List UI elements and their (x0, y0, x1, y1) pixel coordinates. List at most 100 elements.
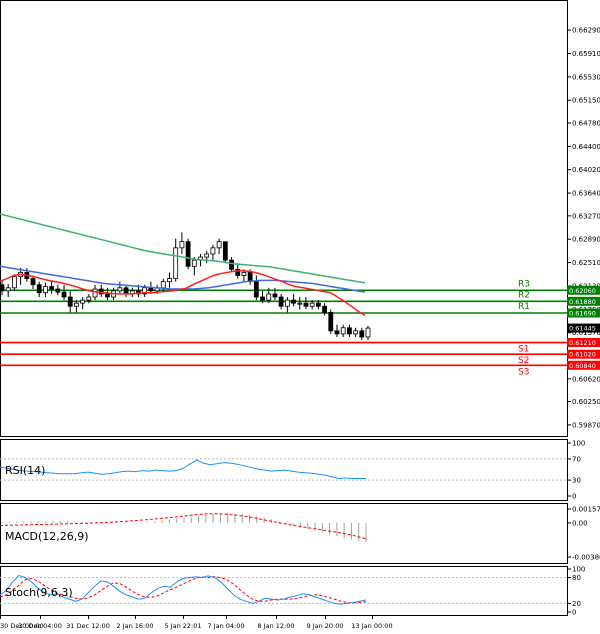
candle (210, 244, 216, 261)
ma-line-green (0, 213, 366, 284)
candle-body (191, 259, 197, 267)
candle-body (80, 299, 86, 304)
candle (67, 290, 73, 313)
candle (229, 257, 234, 273)
candle-body (30, 278, 36, 286)
candle-body (297, 302, 303, 305)
candle (303, 297, 309, 310)
candle (222, 241, 228, 264)
price-tick-label: 0.63640 (572, 190, 600, 198)
candle (328, 309, 334, 334)
ma-line-blue (0, 265, 366, 293)
candle (216, 238, 222, 254)
candle (365, 325, 371, 341)
candle (179, 232, 185, 254)
x-tick-label: 13 Jan 00:00 (351, 622, 392, 630)
stoch-tick-label: 100 (572, 566, 585, 574)
candle-body (173, 247, 179, 279)
candle (98, 284, 104, 298)
candle (36, 281, 42, 298)
candle (129, 287, 135, 298)
x-tick-label: 9 Jan 20:00 (306, 622, 343, 630)
rsi-line (0, 459, 366, 480)
candle-body (315, 302, 321, 307)
x-tick-label: 7 Jan 04:00 (207, 622, 244, 630)
candle-body (61, 291, 67, 298)
candle (204, 250, 210, 264)
price-tick-label: 0.65530 (572, 73, 600, 81)
candle-body (278, 296, 284, 307)
ma-line-red (0, 269, 366, 317)
candle-body (241, 272, 247, 276)
candle-body (123, 287, 129, 295)
level-label-r3: R3 (518, 279, 530, 289)
level-label-r2: R2 (518, 290, 530, 300)
candle-body (5, 287, 11, 292)
x-tick-label: 31 Dec 12:00 (66, 622, 110, 630)
rsi-tick-label: 30 (572, 477, 581, 485)
candle-body (260, 296, 265, 301)
rsi-tick-label: 0 (572, 493, 576, 501)
trading-chart[interactable]: 0.66290 0.65910 0.65530 0.65150 0.64780 0.644… (0, 0, 600, 634)
candle-body (167, 278, 172, 283)
level-label-r1: R1 (518, 302, 530, 312)
price-tick-label: 0.60620 (572, 375, 600, 383)
candle-body (266, 293, 272, 301)
candle-body (55, 288, 61, 293)
level-price-label: 0.61880 (569, 298, 596, 306)
price-tick-label: 0.66290 (572, 27, 600, 35)
candle (334, 324, 340, 337)
candle-body (328, 311, 334, 332)
candle-body (185, 241, 191, 267)
candle-body (229, 259, 234, 270)
price-tick-label: 0.64780 (572, 119, 600, 127)
x-tick-label: 8 Jan 12:00 (257, 622, 294, 630)
price-panel-frame (0, 0, 568, 437)
candle-body (105, 293, 110, 298)
candle (346, 324, 352, 337)
macd-tick-label: -0.003863 (572, 554, 600, 562)
x-tick-label: 5 Jan 22:01 (164, 622, 201, 630)
candle (278, 293, 284, 310)
level-price-label: 0.62060 (569, 287, 596, 295)
candle (167, 272, 172, 288)
candle-body (222, 241, 228, 261)
level-price-label: 0.60840 (569, 362, 596, 370)
candle-body (340, 327, 346, 335)
candle (49, 281, 55, 294)
current-price-label: 0.61445 (569, 325, 596, 333)
price-tick-label: 0.62890 (572, 236, 600, 244)
rsi-label: RSI(14) (5, 464, 45, 477)
candle-body (247, 272, 253, 283)
candle-body (346, 327, 352, 335)
candle-body (253, 281, 259, 298)
level-price-label: 0.61020 (569, 351, 596, 359)
candle (297, 297, 303, 310)
candle-body (92, 288, 98, 298)
candle-body (179, 241, 185, 249)
candle-body (49, 286, 55, 290)
x-tick-label: 2 Jan 16:00 (116, 622, 153, 630)
stoch-tick-label: 80 (572, 574, 581, 582)
candle-body (365, 327, 371, 338)
price-tick-label: 0.64020 (572, 166, 600, 174)
level-label-s1: S1 (518, 345, 529, 355)
candle-body (160, 281, 166, 289)
price-tick-label: 0.63270 (572, 212, 600, 220)
candle-body (74, 302, 79, 307)
candle (5, 284, 11, 298)
candle (359, 327, 365, 341)
candle-body (359, 330, 365, 338)
candle-body (204, 253, 210, 258)
candle (340, 324, 346, 337)
macd-tick-label: 0.00 (572, 519, 588, 527)
rsi-tick-label: 100 (572, 440, 585, 448)
macd-label: MACD(12,26,9) (5, 530, 89, 543)
candle-body (12, 276, 17, 289)
x-tick-label: 30 Dec 04:00 (18, 622, 62, 630)
stoch-panel-frame (0, 566, 568, 616)
level-price-label: 0.61210 (569, 339, 596, 347)
candle-body (309, 302, 315, 307)
candle (185, 238, 191, 270)
candle-body (291, 299, 296, 304)
